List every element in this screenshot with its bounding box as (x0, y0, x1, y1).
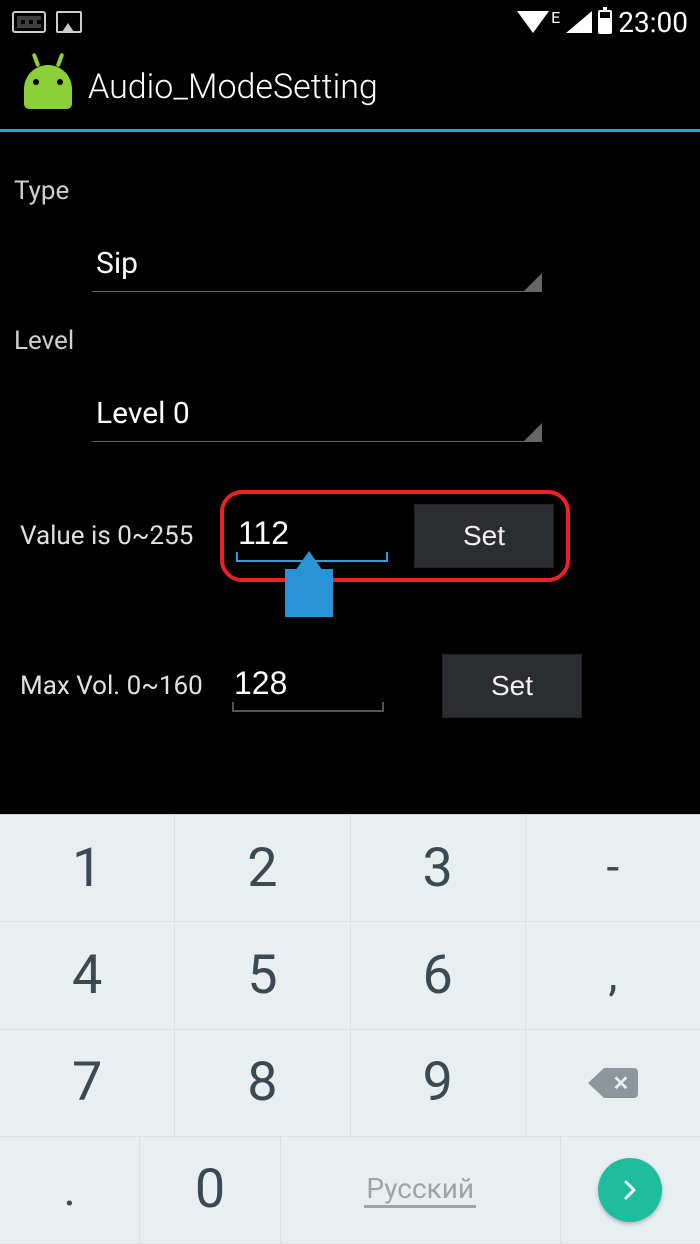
level-label: Level (14, 326, 686, 356)
key-0[interactable]: 0 (140, 1137, 280, 1244)
value-input-wrap (236, 511, 388, 562)
wifi-icon (517, 11, 549, 33)
maxvol-row: Max Vol. 0~160 Set (14, 654, 686, 718)
image-icon (56, 11, 82, 33)
text-cursor-handle[interactable] (285, 569, 333, 617)
signal-icon (566, 11, 592, 33)
status-bar: E 23:00 (0, 0, 700, 44)
level-spinner[interactable]: Level 0 (92, 392, 542, 442)
highlight-box: Set (220, 490, 570, 582)
type-label: Type (14, 176, 686, 206)
battery-icon (598, 10, 612, 34)
android-icon (24, 65, 72, 109)
page-title: Audio_ModeSetting (88, 67, 378, 107)
content: Type Sip Level Level 0 Value is 0~255 Se… (0, 132, 700, 718)
backspace-icon: ✕ (588, 1068, 638, 1098)
value-label: Value is 0~255 (14, 521, 212, 551)
key-1[interactable]: 1 (0, 815, 175, 922)
value-row: Value is 0~255 Set (14, 490, 686, 582)
key-2[interactable]: 2 (175, 815, 350, 922)
network-type: E (551, 8, 560, 27)
key-4[interactable]: 4 (0, 922, 175, 1029)
key-language[interactable]: Русский (281, 1137, 561, 1244)
key-dot[interactable]: . (0, 1137, 140, 1244)
action-bar: Audio_ModeSetting (0, 44, 700, 132)
value-set-button[interactable]: Set (414, 504, 554, 568)
chevron-right-icon (598, 1158, 662, 1222)
key-comma[interactable]: , (526, 922, 700, 1029)
key-6[interactable]: 6 (351, 922, 526, 1029)
maxvol-set-button[interactable]: Set (442, 654, 582, 718)
key-backspace[interactable]: ✕ (526, 1030, 700, 1137)
keyboard-icon (12, 11, 46, 33)
key-3[interactable]: 3 (351, 815, 526, 922)
key-5[interactable]: 5 (175, 922, 350, 1029)
key-8[interactable]: 8 (175, 1030, 350, 1137)
maxvol-label: Max Vol. 0~160 (14, 671, 212, 701)
numeric-keyboard: 1 2 3 - 4 5 6 , 7 8 9 ✕ . 0 Русский (0, 814, 700, 1244)
maxvol-input-wrap (232, 661, 384, 712)
type-spinner[interactable]: Sip (92, 242, 542, 292)
key-7[interactable]: 7 (0, 1030, 175, 1137)
key-enter[interactable] (561, 1137, 700, 1244)
clock: 23:00 (618, 6, 688, 39)
key-dash[interactable]: - (526, 815, 700, 922)
key-9[interactable]: 9 (351, 1030, 526, 1137)
maxvol-input[interactable] (232, 661, 384, 712)
